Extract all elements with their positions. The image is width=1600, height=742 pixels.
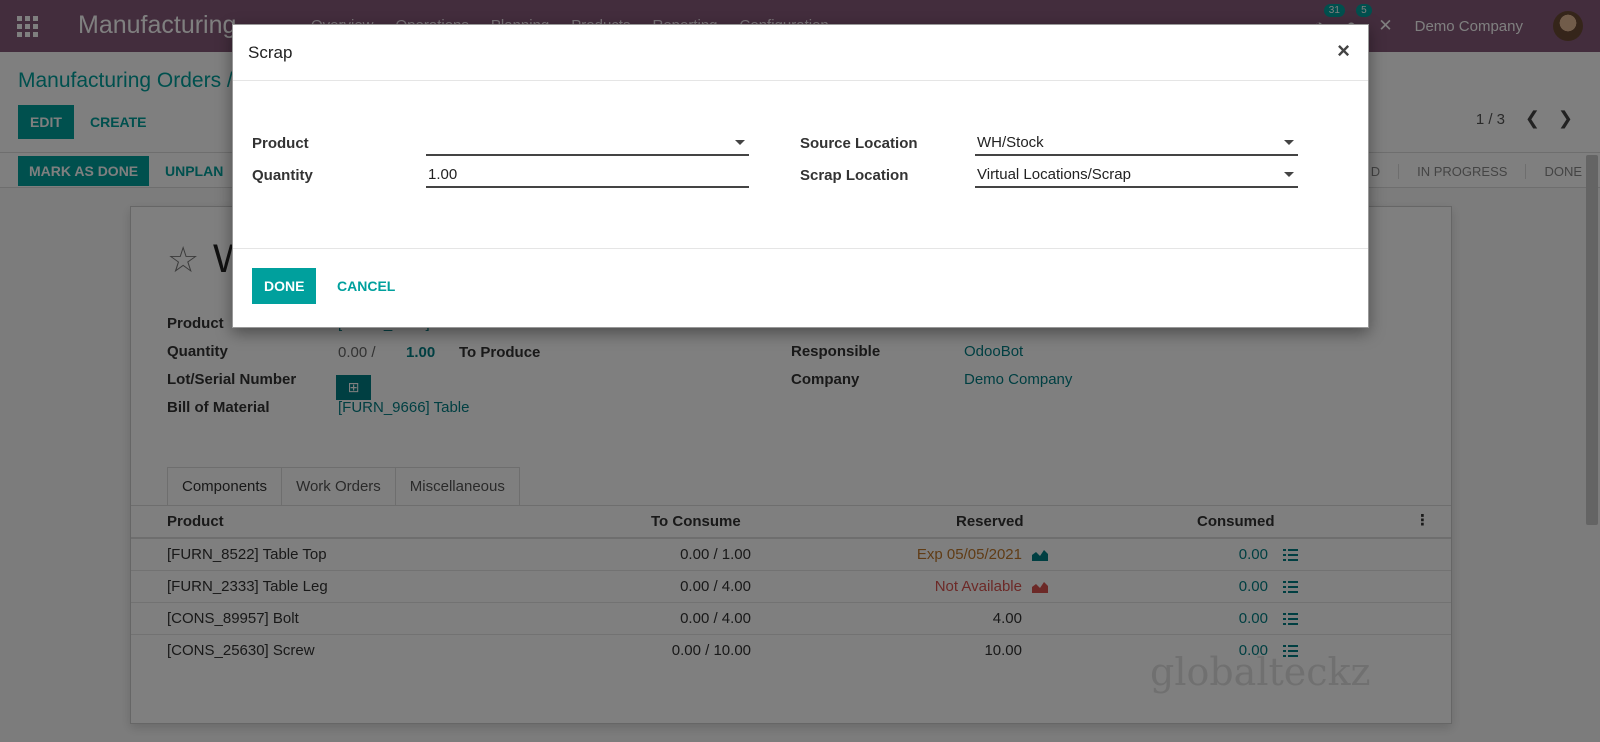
source-location-label: Source Location xyxy=(800,135,918,152)
scrap-product-label: Product xyxy=(252,135,309,152)
cancel-button[interactable]: CANCEL xyxy=(325,268,407,304)
source-location-value: WH/Stock xyxy=(977,134,1044,151)
scrap-location-value: Virtual Locations/Scrap xyxy=(977,166,1131,183)
scrap-quantity-value: 1.00 xyxy=(428,166,458,183)
chevron-down-icon[interactable] xyxy=(1284,140,1294,145)
source-location-select[interactable]: WH/Stock xyxy=(975,129,1298,156)
close-icon[interactable]: × xyxy=(1337,38,1350,64)
chevron-down-icon[interactable] xyxy=(735,140,745,145)
done-button[interactable]: DONE xyxy=(252,268,317,304)
dialog-header: Scrap × xyxy=(233,25,1368,81)
scrap-quantity-input[interactable]: 1.00 xyxy=(426,161,749,188)
scrap-location-label: Scrap Location xyxy=(800,167,909,184)
scrap-location-select[interactable]: Virtual Locations/Scrap xyxy=(975,161,1298,188)
scrap-quantity-label: Quantity xyxy=(252,167,313,184)
scrap-dialog: Scrap × Product Quantity 1.00 Source Loc… xyxy=(232,24,1369,328)
chevron-down-icon[interactable] xyxy=(1284,172,1294,177)
dialog-title: Scrap xyxy=(248,43,293,62)
dialog-footer: DONE CANCEL xyxy=(233,248,1368,328)
scrap-product-select[interactable] xyxy=(426,129,749,156)
